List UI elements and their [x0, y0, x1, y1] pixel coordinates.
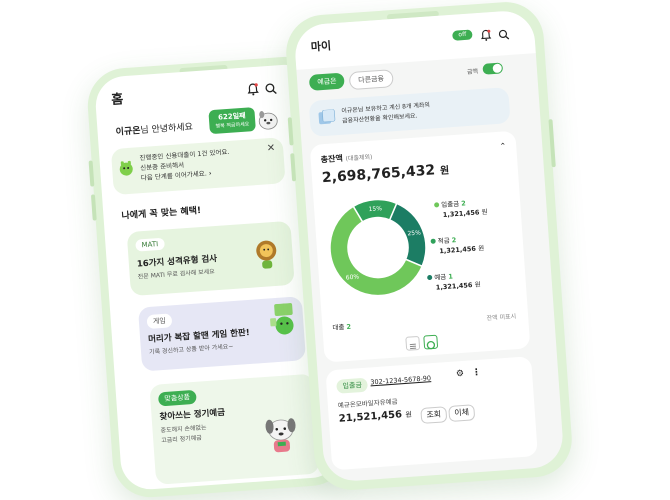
account-card[interactable]: 입출금 302-1234-5678-90 ⚙ ⋮ 예규온모바일자유예금 21,5… [325, 356, 538, 471]
streak-badge[interactable]: 622일째 행복 적금하세요 [208, 107, 256, 135]
asset-banner[interactable]: 이규온님 보유하고 계신 8개 계좌의 금융자산현황을 확인해보세요. [308, 87, 511, 137]
legend-item: 입출금 2 1,321,456 원 [433, 197, 488, 221]
user-name: 이규온 [115, 126, 141, 138]
search-icon[interactable] [498, 25, 510, 45]
legend-item: 예금 1 1,321,456 원 [427, 270, 481, 294]
character-icon [118, 160, 135, 181]
volume-button [287, 117, 294, 146]
deposit-card[interactable]: 맞춤상품 찾아쓰는 정기예금 중도해지 손해없는 고금리 정기예금 [149, 373, 320, 485]
total-amount: 2,698,765,432 원 [321, 162, 450, 187]
gear-icon[interactable]: ⚙ [456, 369, 465, 380]
mascot-avatar [256, 107, 279, 130]
page-title: 마이 [310, 39, 332, 54]
asset-donut-chart: 15% 25% 60% [329, 198, 427, 297]
donut-slice-label: 60% [346, 274, 360, 282]
bell-icon[interactable] [246, 81, 259, 101]
loan-notice-card[interactable]: 진행중인 신용대출이 1건 있어요. 신분증 준비해서 다음 단계를 이어가세요… [110, 137, 286, 196]
chevron-up-icon[interactable]: ⌃ [499, 141, 506, 150]
close-icon[interactable]: ✕ [266, 143, 275, 155]
power-button [548, 119, 556, 168]
bell-icon[interactable] [480, 26, 492, 46]
tab-other-finance[interactable]: 다른금융 [348, 69, 394, 91]
transfer-button[interactable]: 이체 [448, 404, 476, 423]
inquiry-button[interactable]: 조회 [420, 406, 448, 424]
list-view-icon[interactable] [405, 335, 421, 351]
account-amount: 21,521,456 원 [338, 409, 413, 425]
card-title: 머리가 복잡 할땐 게임 한판! [147, 327, 251, 346]
benefits-title: 나에게 꼭 맞는 혜택! [121, 206, 202, 222]
lion-character-icon [251, 238, 281, 276]
card-title: 찾아쓰는 정기예금 [159, 407, 226, 423]
document-icon [317, 109, 336, 130]
legend-item: 적금 2 1,321,456 원 [430, 233, 484, 257]
my-screen: 마이 off 예금은 다른금융 금액 이규온님 보유하고 계신 8개 계좌의 금… [293, 9, 565, 483]
my-phone-frame: 마이 off 예금은 다른금융 금액 이규온님 보유하고 계신 8개 계좌의 금… [283, 0, 575, 493]
donut-slice-label: 25% [407, 229, 421, 237]
card-sub-2: 고금리 정기예금 [161, 434, 202, 445]
volume-button [90, 194, 97, 221]
more-options-icon[interactable]: ⋮ [472, 368, 482, 379]
card-badge: MATI [135, 237, 165, 252]
page-title: 홈 [110, 92, 124, 108]
greeting: 이규온님 안녕하세요 [115, 119, 193, 137]
search-icon[interactable] [264, 79, 277, 99]
chart-view-icon[interactable] [423, 334, 439, 350]
game-character-icon [268, 302, 301, 342]
total-balance-card: 총잔액 (대출제외) ⌃ 2,698,765,432 원 15% 25% 60% 입… [309, 130, 531, 363]
loan-hidden-text: 잔액 미표시 [486, 313, 517, 323]
account-badge: 입출금 [336, 377, 369, 394]
account-number[interactable]: 302-1234-5678-90 [370, 374, 431, 386]
amount-toggle-label: 금액 [466, 68, 479, 76]
loan-row[interactable]: 대출 2 [332, 321, 351, 332]
volume-button [290, 153, 297, 182]
tab-deposit[interactable]: 예금은 [308, 72, 346, 91]
volume-button [88, 160, 95, 187]
dog-character-icon [258, 410, 305, 461]
game-card[interactable]: 게임 머리가 복잡 할땐 게임 한판! 기록 경신하고 상품 받아 가세요~ [137, 296, 307, 372]
card-badge: 게임 [146, 313, 173, 330]
account-name: 예규온모바일자유예금 [337, 397, 398, 410]
privacy-toggle[interactable]: off [452, 29, 473, 41]
greeting-text: 님 안녕하세요 [140, 122, 194, 137]
chevron-right-icon[interactable]: › [209, 169, 212, 177]
donut-slice-label: 15% [368, 205, 382, 213]
card-badge: 맞춤상품 [157, 389, 197, 407]
notice-line-3: 다음 단계를 이어가세요. [140, 169, 208, 183]
amount-toggle[interactable] [482, 62, 504, 75]
total-label: 총잔액 (대출제외) [320, 153, 373, 165]
mbti-card[interactable]: MATI 16가지 성격유형 검사 전문 MATI 무료 검사해 보세요 [126, 220, 295, 297]
